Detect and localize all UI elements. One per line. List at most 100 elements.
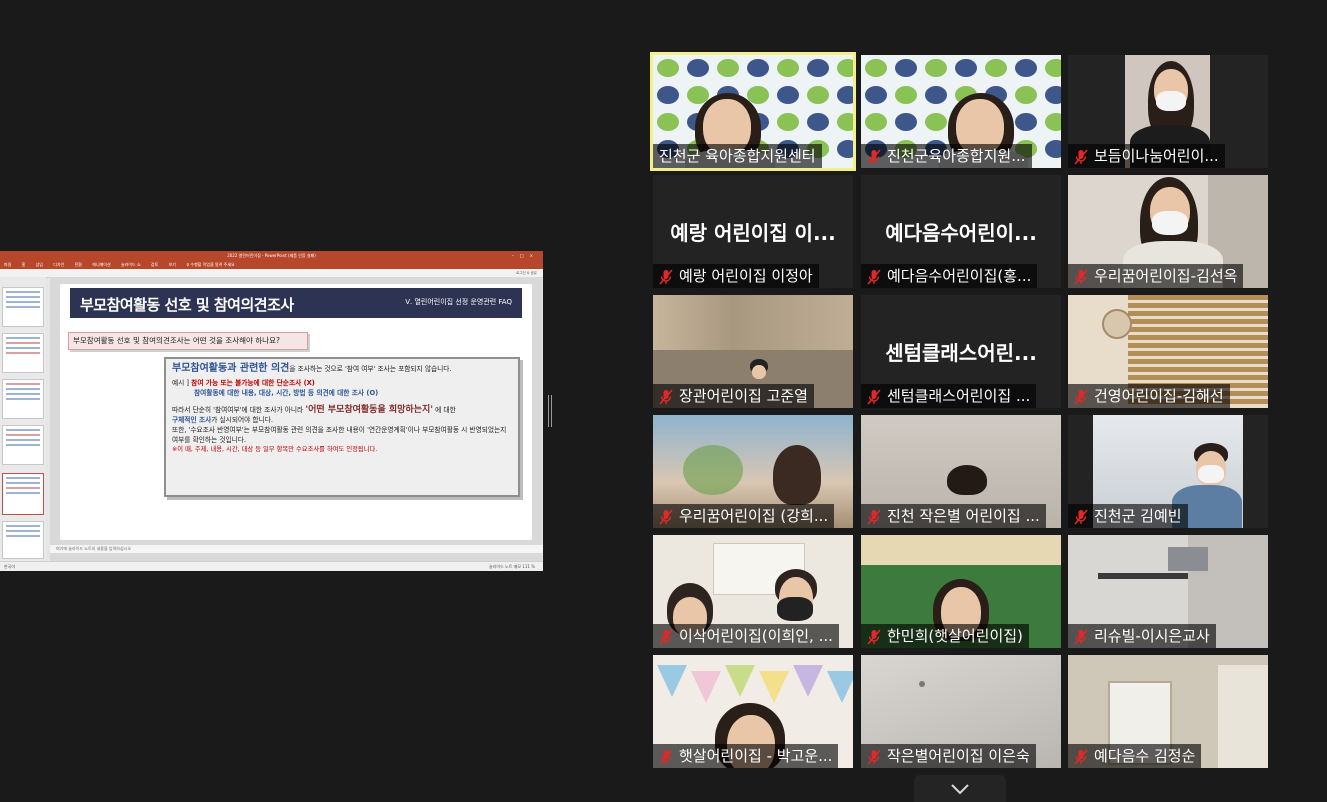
participant-tile[interactable]: 건영어린이집-김해선 [1068,295,1268,408]
slide-header: 부모참여활동 선호 및 참여의견조사 Ⅴ. 열린어린이집 선정 운영관련 FAQ [70,288,522,318]
ppt-window-title: 2022 열린어린이집 - PowerPoint (제품 인증 실패) [227,253,316,258]
participant-name: 예다음수어린이집(홍... [887,267,1032,285]
para2: 또한, '수요조사 반영여부'는 부모참여활동 관련 의견을 조사한 내용이 '… [172,426,507,444]
slide-thumbnail[interactable] [2,521,44,559]
mic-muted-icon [659,388,673,405]
participant-name-label: 이삭어린이집(이희인, ... [653,624,839,648]
participant-tile[interactable]: 우리꿈어린이집-김선옥 [1068,175,1268,288]
participant-tile[interactable]: 진천 작은별 어린이집 ... [861,415,1061,528]
ppt-tab[interactable]: 보기 [169,262,176,267]
participant-name-label: 예다음수어린이집(홍... [861,264,1038,288]
ppt-tab[interactable]: 삽입 [36,262,43,267]
shared-screen: 2022 열린어린이집 - PowerPoint (제품 인증 실패) –□✕ … [0,251,543,571]
para1-emph: '어떤 부모참여활동을 희망하는지' [305,405,434,415]
participant-name: 이삭어린이집(이희인, ... [679,627,833,645]
slide-thumbnail[interactable] [2,287,44,327]
chevron-down-icon [951,783,969,794]
participant-name: 한민희(햇살어린이집) [887,627,1023,645]
window-controls[interactable]: –□✕ [512,251,539,260]
slide-thumbnail-selected[interactable] [2,473,44,515]
participant-name: 진천 작은별 어린이집 ... [887,507,1040,525]
split-handle[interactable] [548,395,552,427]
ppt-tab[interactable]: 파일 [4,262,11,267]
answer-lead-rest: 을 조사하는 것으로 '참여 여부' 조사는 포함되지 않습니다. [289,365,452,373]
ppt-title-bar: 2022 열린어린이집 - PowerPoint (제품 인증 실패) –□✕ [0,251,543,260]
ppt-tab[interactable]: 검토 [151,262,158,267]
slide-editor: 부모참여활동 선호 및 참여의견조사 Ⅴ. 열린어린이집 선정 운영관련 FAQ… [50,277,542,561]
slide-thumbnail[interactable] [2,333,44,373]
participant-name-label: 진천군 김예빈 [1068,504,1188,528]
para1-a: 따라서 단순히 '참여여부'에 대한 조사가 아니라 [172,406,306,414]
participant-name-label: 한민희(햇살어린이집) [861,624,1029,648]
para1-b: 에 대한 [433,406,456,414]
participant-name-label: 햇살어린이집 - 박고운... [653,744,839,768]
participant-tile[interactable]: 이삭어린이집(이희인, ... [653,535,853,648]
gallery-next-page-button[interactable] [914,775,1006,802]
answer-box: 부모참여활동과 관련한 의견을 조사하는 것으로 '참여 여부' 조사는 포함되… [164,357,520,497]
participant-tile[interactable]: 진천군 김예빈 [1068,415,1268,528]
mic-muted-icon [1074,148,1088,165]
ppt-tab[interactable]: 애니메이션 [92,262,110,267]
participant-tile[interactable]: 보듬이나눔어린이... [1068,55,1268,168]
note: ※이 때, 주제, 내용, 시간, 대상 등 일부 항목만 수요조사를 하여도 … [172,446,378,453]
notes-pane[interactable]: 여기에 슬라이드 노트의 내용을 입력하십시오 [50,545,543,553]
participant-name: 우리꿈어린이집 (강희... [679,507,829,525]
participant-name-label: 진천군육아종합지원... [861,144,1032,168]
ppt-tab[interactable]: 슬라이드 쇼 [121,262,141,267]
participant-name: 작은별어린이집 이은숙 [887,747,1030,765]
slide-title: 부모참여활동 선호 및 참여의견조사 [80,296,294,314]
participant-name-label: 보듬이나눔어린이... [1068,144,1225,168]
ppt-tab[interactable]: 전환 [75,262,82,267]
mic-muted-icon [867,148,881,165]
mic-muted-icon [867,268,881,285]
participant-tile[interactable]: 우리꿈어린이집 (강희... [653,415,853,528]
participant-name: 건영어린이집-김해선 [1094,387,1224,405]
participant-name-label: 리슈빌-이시은교사 [1068,624,1216,648]
participant-name-label: 작은별어린이집 이은숙 [861,744,1036,768]
participant-tile[interactable]: 장관어린이집 고준열 [653,295,853,408]
participant-name-label: 진천 작은별 어린이집 ... [861,504,1046,528]
mic-muted-icon [659,268,673,285]
ppt-tab[interactable]: 홈 [22,262,26,267]
participant-name: 센텀클래스어린이집 ... [887,387,1031,405]
participant-name: 우리꿈어린이집-김선옥 [1094,267,1238,285]
mic-muted-icon [867,388,881,405]
mic-muted-icon [659,748,673,765]
ppt-ribbon-tabs[interactable]: 파일 홈 삽입 디자인 전환 애니메이션 슬라이드 쇼 검토 보기 ♀ 수행할 … [0,260,543,269]
participant-tile[interactable]: 작은별어린이집 이은숙 [861,655,1061,768]
slide-thumbnail[interactable] [2,425,44,465]
participant-tile[interactable]: 예랑 어린이집 이... 예랑 어린이집 이정아 [653,175,853,288]
participant-name: 예다음수 김정순 [1094,747,1196,765]
participant-tile[interactable]: 햇살어린이집 - 박고운... [653,655,853,768]
participant-name: 보듬이나눔어린이... [1094,147,1219,165]
participant-name: 햇살어린이집 - 박고운... [679,747,833,765]
participant-name-label: 장관어린이집 고준열 [653,384,814,408]
answer-lead: 부모참여활동과 관련한 의견 [172,363,290,374]
mic-muted-icon [659,628,673,645]
question-box: 부모참여활동 선호 및 참여의견조사는 어떤 것을 조사해야 하나요? [68,332,308,350]
participant-tile[interactable]: 예다음수어린이... 예다음수어린이집(홍... [861,175,1061,288]
participant-tile[interactable]: 진천군 육아종합지원센터 [650,52,856,171]
mic-muted-icon [1074,628,1088,645]
participant-name-label: 우리꿈어린이집 (강희... [653,504,835,528]
ppt-tab[interactable]: 디자인 [53,262,64,267]
mic-muted-icon [867,508,881,525]
status-zoom[interactable]: 슬라이드 노트 메모 111 % [489,562,535,571]
participant-tile[interactable]: 센텀클래스어린... 센텀클래스어린이집 ... [861,295,1061,408]
mic-muted-icon [659,508,673,525]
participant-tile[interactable]: 진천군육아종합지원... [861,55,1061,168]
ppt-account[interactable]: 로그인 ♀ 공유 [516,271,537,275]
participant-name-label: 건영어린이집-김해선 [1068,384,1230,408]
para1-c-emph: 구체적인 조사 [172,416,212,424]
mic-muted-icon [867,628,881,645]
participant-tile[interactable]: 예다음수 김정순 [1068,655,1268,768]
participant-tile[interactable]: 한민희(햇살어린이집) [861,535,1061,648]
para1-c: 가 실시되어야 합니다. [211,416,273,424]
participant-name-label: 진천군 육아종합지원센터 [653,144,822,168]
status-language: 한국어 [4,564,16,569]
participant-tile[interactable]: 리슈빌-이시은교사 [1068,535,1268,648]
ppt-tell-me[interactable]: ♀ 수행할 작업을 알려 주세요 [186,262,235,267]
participant-name: 진천군 육아종합지원센터 [659,147,816,165]
participant-name: 예랑 어린이집 이정아 [679,267,813,285]
slide-thumbnail[interactable] [2,379,44,419]
